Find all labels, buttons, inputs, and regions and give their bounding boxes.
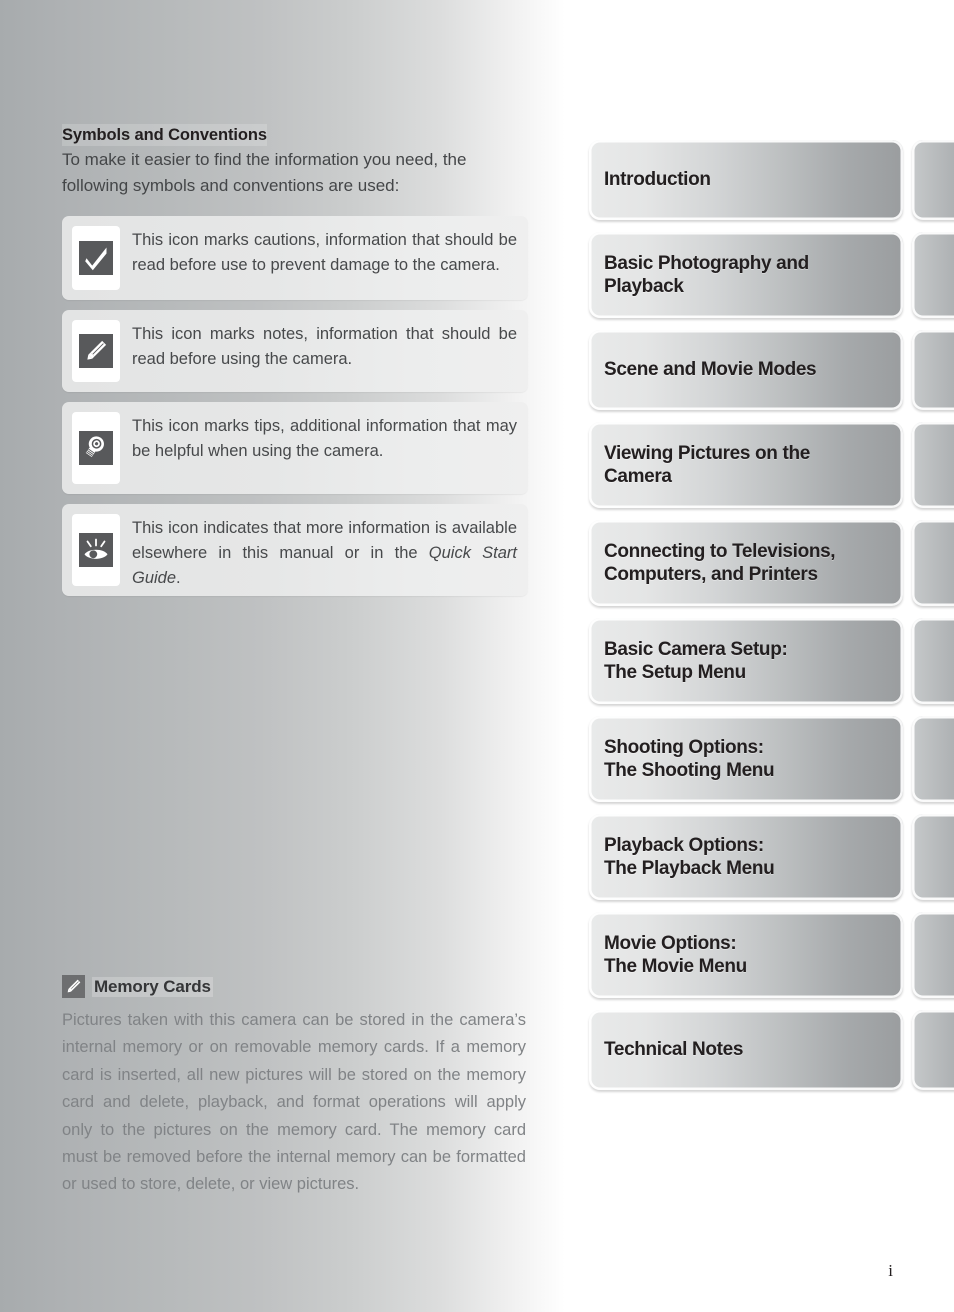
- tab-edge-marker: [912, 520, 954, 606]
- pencil-icon: [79, 333, 113, 368]
- sidebar-item-movie-options[interactable]: Movie Options: The Movie Menu: [589, 912, 903, 998]
- crossref-text-after: .: [176, 569, 181, 588]
- chapter-tab-row: Movie Options: The Movie Menu: [589, 912, 954, 998]
- icon-plate: [72, 513, 120, 586]
- icon-plate: [72, 225, 120, 290]
- intro-paragraph: To make it easier to find the informatio…: [62, 150, 467, 196]
- tab-edge-marker: [912, 1010, 954, 1090]
- tab-label: Connecting to Televisions, Computers, an…: [604, 540, 836, 585]
- pencil-icon: [62, 975, 85, 998]
- icon-plate: [72, 319, 120, 382]
- tab-label: Scene and Movie Modes: [604, 359, 817, 381]
- page-background: Symbols and Conventions To make it easie…: [0, 0, 954, 1312]
- tab-edge-marker: [912, 716, 954, 802]
- tab-label: Basic Camera Setup: The Setup Menu: [604, 638, 788, 683]
- sidebar-item-technical-notes[interactable]: Technical Notes: [589, 1010, 903, 1090]
- sidebar-item-basic-camera-setup[interactable]: Basic Camera Setup: The Setup Menu: [589, 618, 903, 704]
- tab-label: Technical Notes: [604, 1039, 744, 1061]
- legend-item-crossref: This icon indicates that more informatio…: [62, 503, 528, 596]
- chapter-tab-row: Scene and Movie Modes: [589, 330, 954, 410]
- eye-icon: [79, 532, 113, 567]
- chapter-tab-row: Basic Camera Setup: The Setup Menu: [589, 618, 954, 704]
- tab-label: Viewing Pictures on the Camera: [604, 442, 810, 487]
- sidebar-item-scene-and-movie-modes[interactable]: Scene and Movie Modes: [589, 330, 903, 410]
- legend-item-text: This icon marks tips, additional informa…: [132, 416, 517, 460]
- sidebar-item-basic-photography-and-playback[interactable]: Basic Photography and Playback: [589, 232, 903, 318]
- chapter-tab-row: Playback Options: The Playback Menu: [589, 814, 954, 900]
- sidebar-item-viewing-pictures-on-the-camera[interactable]: Viewing Pictures on the Camera: [589, 422, 903, 508]
- tab-edge-marker: [912, 912, 954, 998]
- lightbulb-icon: [79, 430, 113, 465]
- legend-item-note: This icon marks notes, information that …: [62, 309, 528, 392]
- sidebar-item-shooting-options[interactable]: Shooting Options: The Shooting Menu: [589, 716, 903, 802]
- icon-plate: [72, 411, 120, 484]
- legend-item-text: This icon marks cautions, information th…: [132, 230, 517, 274]
- sidebar-item-introduction[interactable]: Introduction: [589, 140, 903, 220]
- chapter-tab-row: Viewing Pictures on the Camera: [589, 422, 954, 508]
- tab-edge-marker: [912, 330, 954, 410]
- note-title: Memory Cards: [92, 976, 213, 997]
- sidebar-item-playback-options[interactable]: Playback Options: The Playback Menu: [589, 814, 903, 900]
- tab-edge-marker: [912, 422, 954, 508]
- checkmark-icon: [79, 240, 113, 275]
- symbols-conventions-section: Symbols and Conventions To make it easie…: [62, 124, 528, 606]
- tab-label: Movie Options: The Movie Menu: [604, 932, 747, 977]
- tab-label: Introduction: [604, 169, 711, 191]
- legend-item-tip: This icon marks tips, additional informa…: [62, 401, 528, 494]
- chapter-tab-row: Shooting Options: The Shooting Menu: [589, 716, 954, 802]
- chapter-tab-row: Introduction: [589, 140, 954, 220]
- note-heading: Memory Cards: [62, 975, 528, 998]
- tab-edge-marker: [912, 232, 954, 318]
- page-number: i: [888, 1261, 893, 1280]
- chapter-tab-list: Introduction Basic Photography and Playb…: [589, 140, 954, 1102]
- tab-edge-marker: [912, 814, 954, 900]
- tab-label: Shooting Options: The Shooting Menu: [604, 736, 775, 781]
- chapter-tab-row: Connecting to Televisions, Computers, an…: [589, 520, 954, 606]
- tab-label: Playback Options: The Playback Menu: [604, 834, 775, 879]
- tab-label: Basic Photography and Playback: [604, 252, 809, 297]
- note-body: Pictures taken with this camera can be s…: [62, 1011, 526, 1194]
- tab-edge-marker: [912, 140, 954, 220]
- legend-item-text: This icon marks notes, information that …: [132, 324, 517, 368]
- memory-cards-note: Memory Cards Pictures taken with this ca…: [62, 975, 528, 1199]
- chapter-tab-row: Basic Photography and Playback: [589, 232, 954, 318]
- legend-item-text: This icon indicates that more informatio…: [132, 514, 517, 588]
- page-title: Symbols and Conventions: [62, 124, 267, 147]
- legend-list: This icon marks cautions, information th…: [62, 215, 528, 596]
- chapter-tab-row: Technical Notes: [589, 1010, 954, 1090]
- legend-item-caution: This icon marks cautions, information th…: [62, 215, 528, 300]
- tab-edge-marker: [912, 618, 954, 704]
- sidebar-item-connecting-to-televisions-computers-and-printers[interactable]: Connecting to Televisions, Computers, an…: [589, 520, 903, 606]
